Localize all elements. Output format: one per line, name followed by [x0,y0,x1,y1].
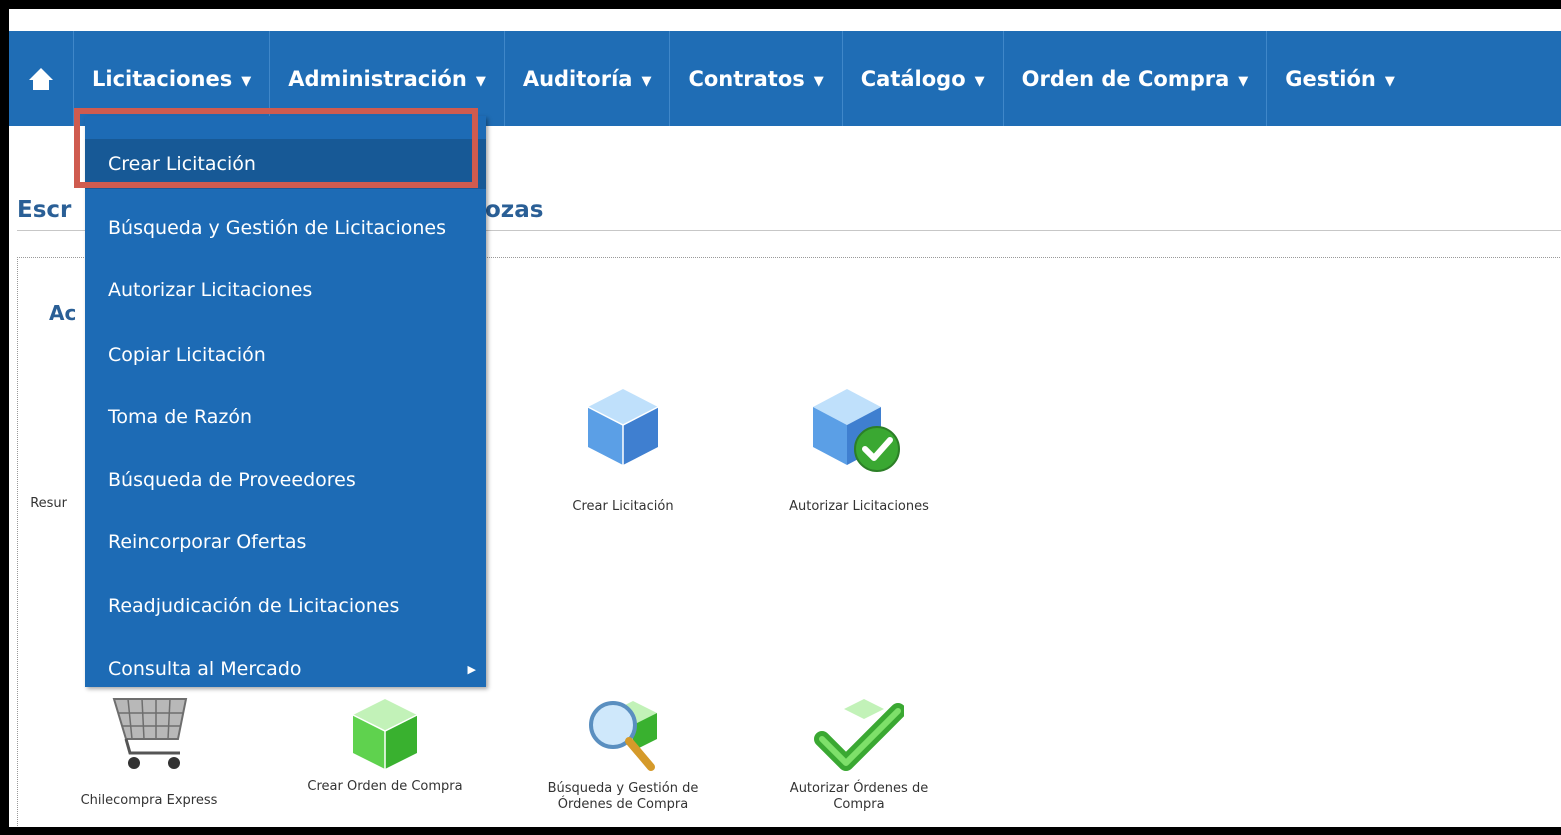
tile-crear-orden-compra[interactable]: Crear Orden de Compra [285,695,485,795]
submenu-arrow-icon: ▶ [467,662,476,676]
section-title: Ac [49,301,77,325]
menu-item-label: Búsqueda y Gestión de Licitaciones [108,217,446,239]
menu-item-label: Reincorporar Ofertas [108,531,307,553]
caret-down-icon: ▼ [974,74,985,89]
page-title-end: ozas [485,197,543,223]
nav-label: Licitaciones [92,66,233,91]
nav-auditoria[interactable]: Auditoría ▼ [505,31,671,126]
menu-item-label: Autorizar Licitaciones [108,279,313,301]
caret-down-icon: ▼ [813,74,824,89]
tile-autorizar-licitaciones[interactable]: Autorizar Licitaciones [759,385,959,515]
tile-autorizar-ordenes[interactable]: Autorizar Órdenes de Compra [759,695,959,813]
nav-label: Gestión [1285,66,1376,91]
home-button[interactable] [9,31,74,126]
tile-label: Chilecompra Express [80,793,218,808]
tile-busqueda-ordenes[interactable]: Búsqueda y Gestión de Órdenes de Compra [523,695,723,813]
nav-contratos[interactable]: Contratos ▼ [670,31,843,126]
tile-label: Crear Licitación [572,499,674,514]
tile-label: Crear Orden de Compra [307,779,463,794]
caret-down-icon: ▼ [1238,74,1249,89]
tile-label: Resur [30,496,67,511]
nav-orden-de-compra[interactable]: Orden de Compra ▼ [1004,31,1268,126]
menu-item-label: Toma de Razón [108,406,253,428]
menu-item-label: Búsqueda de Proveedores [108,469,356,491]
magnifier-cube-icon [589,701,657,771]
caret-down-icon: ▼ [241,74,252,89]
menu-item-consulta-mercado[interactable]: Consulta al Mercado ▶ [85,644,486,694]
licitaciones-dropdown-menu: Crear Licitación Búsqueda y Gestión de L… [85,116,486,687]
nav-label: Catálogo [860,66,966,91]
caret-down-icon: ▼ [475,74,486,89]
tile-label: Autorizar Licitaciones [789,499,929,514]
blue-cube-icon [587,389,659,465]
menu-item-toma-de-razon[interactable]: Toma de Razón [85,392,486,442]
nav-label: Administración [288,66,467,91]
tile-label-line2: Compra [833,797,885,812]
shopping-cart-icon [112,698,188,769]
menu-item-label: Copiar Licitación [108,344,266,366]
menu-item-reincorporar-ofertas[interactable]: Reincorporar Ofertas [85,517,486,567]
tile-label: Autorizar Órdenes de [789,781,929,796]
nav-gestion[interactable]: Gestión ▼ [1267,31,1413,126]
caret-down-icon: ▼ [641,74,652,89]
caret-down-icon: ▼ [1384,74,1395,89]
blue-cube-check-icon [813,389,900,472]
green-cube-icon [352,699,418,769]
menu-item-copiar-licitacion[interactable]: Copiar Licitación [85,330,486,380]
tile-resumen[interactable]: Resur [9,496,67,512]
tile-crear-licitacion[interactable]: Crear Licitación [523,385,723,515]
menu-item-busqueda-gestion-licitaciones[interactable]: Búsqueda y Gestión de Licitaciones [85,203,486,253]
nav-label: Orden de Compra [1021,66,1230,91]
nav-label: Contratos [688,66,805,91]
page-title: Escr [17,197,71,223]
nav-label: Auditoría [522,66,633,91]
page-title-start: Escr [17,197,72,223]
tile-chilecompra-express[interactable]: Chilecompra Express [49,681,249,809]
menu-item-label: Consulta al Mercado [108,658,302,680]
page-title-suffix: ozas [485,197,544,223]
highlight-box [74,108,478,188]
tile-label: Búsqueda y Gestión de [547,781,699,796]
app-frame: Licitaciones ▼ Administración ▼ Auditoría ▼… [9,9,1561,827]
green-check-icon [814,699,904,771]
menu-item-label: Readjudicación de Licitaciones [108,595,400,617]
tile-label-line2: Órdenes de Compra [557,797,689,812]
nav-catalogo[interactable]: Catálogo ▼ [843,31,1004,126]
home-icon [29,67,53,90]
menu-item-autorizar-licitaciones[interactable]: Autorizar Licitaciones [85,265,486,315]
menu-item-readjudicacion[interactable]: Readjudicación de Licitaciones [85,581,486,631]
menu-item-busqueda-proveedores[interactable]: Búsqueda de Proveedores [85,455,486,505]
